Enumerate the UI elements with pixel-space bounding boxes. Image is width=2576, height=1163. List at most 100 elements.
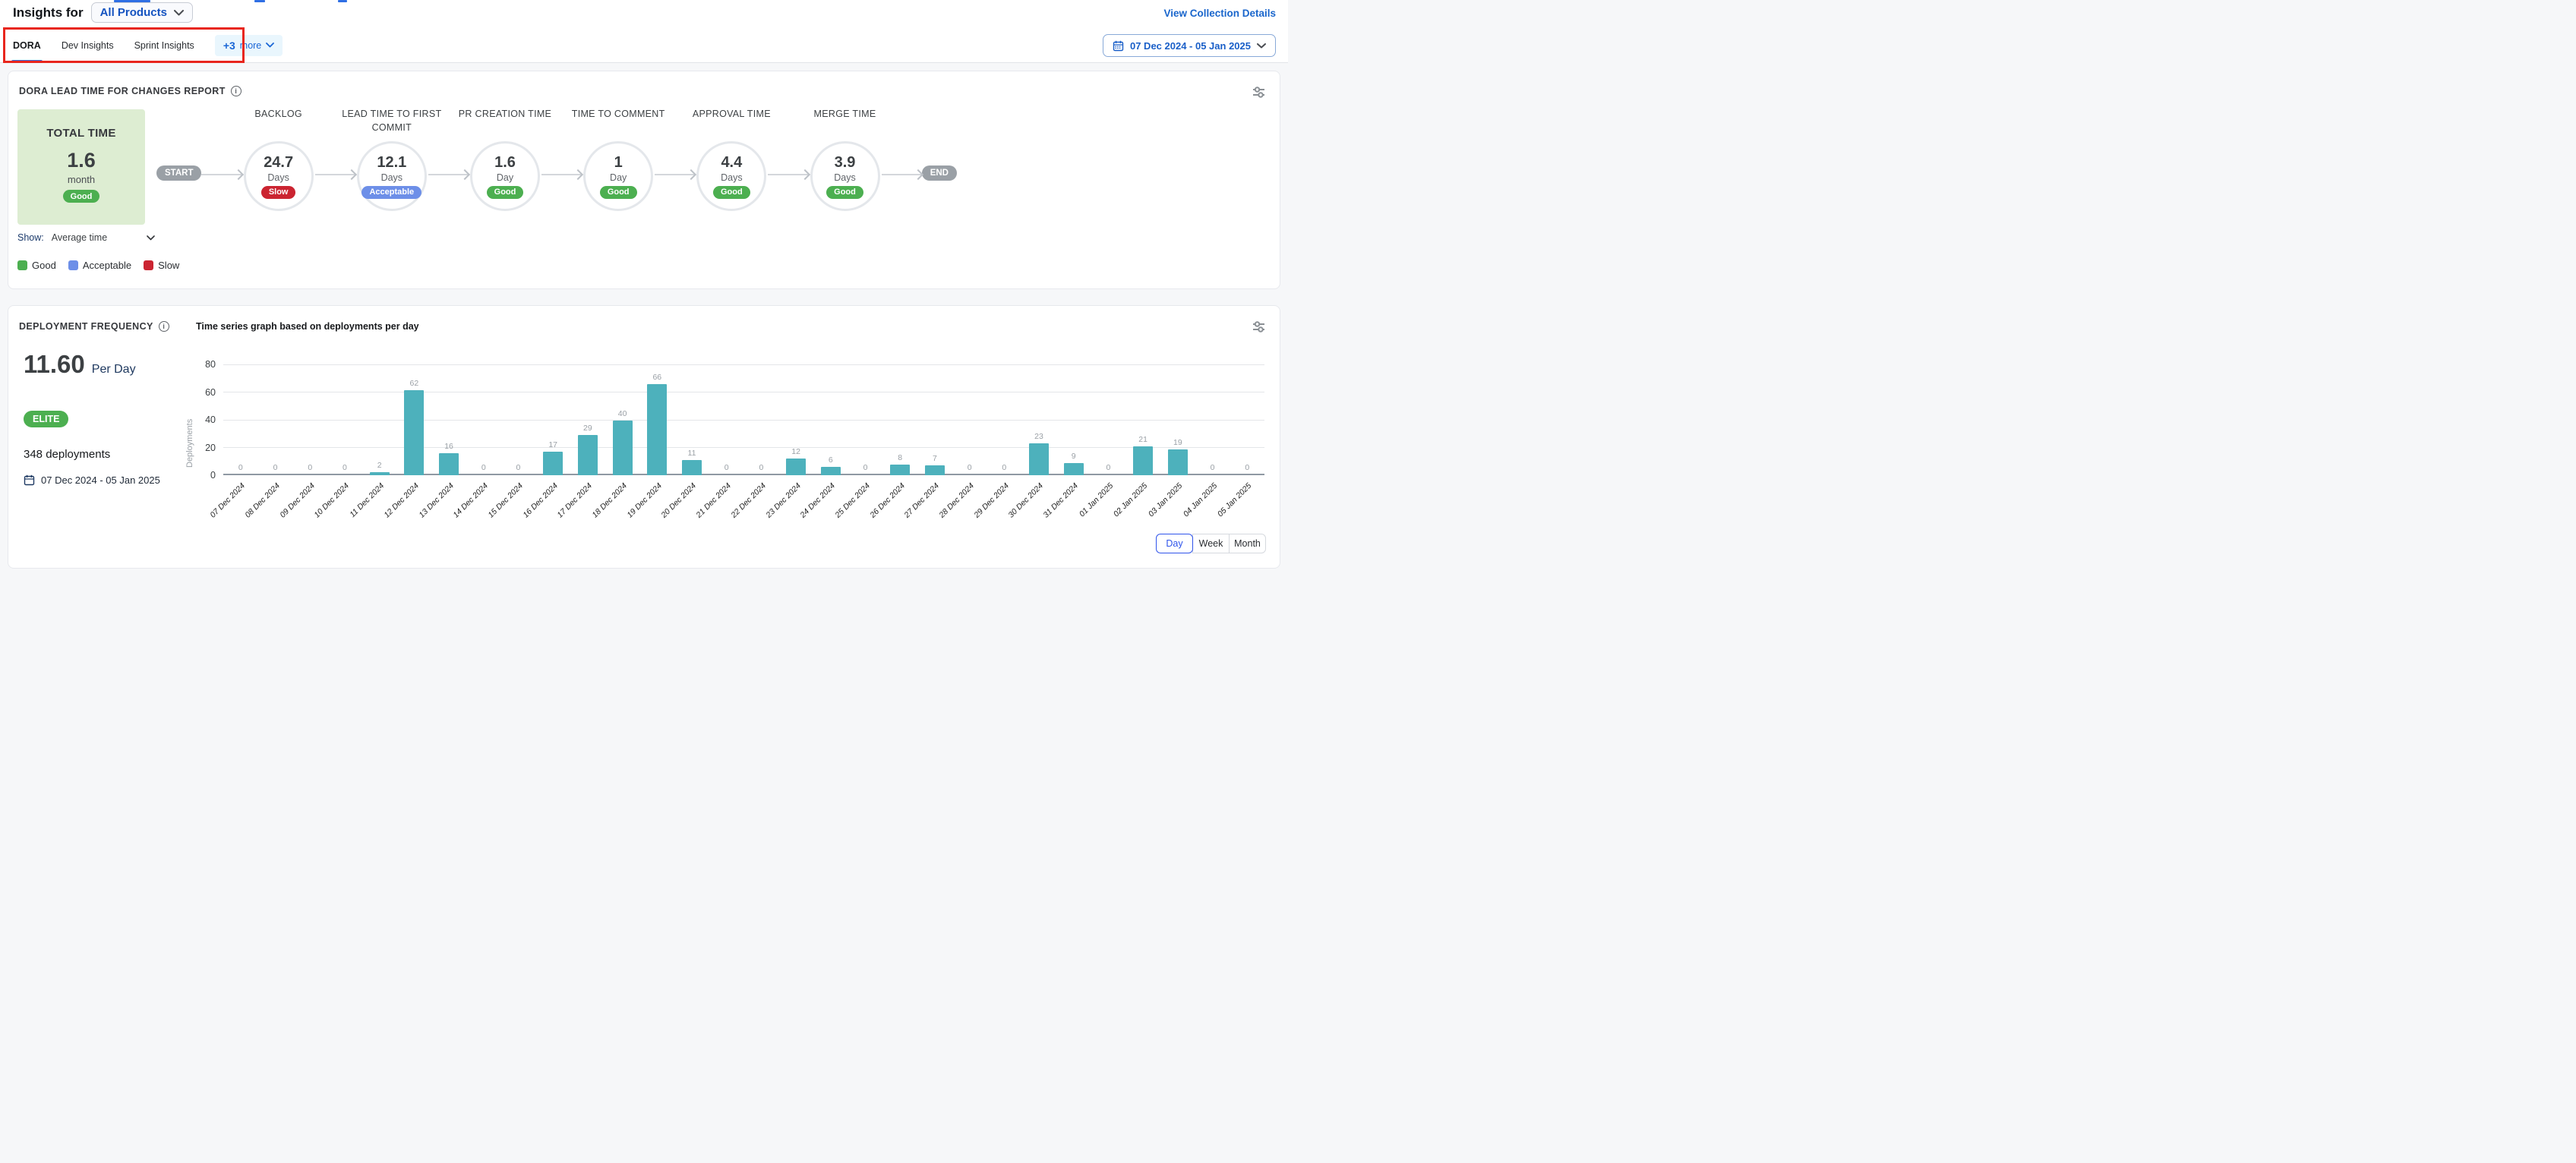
flow-stage-approval-time: APPROVAL TIME4.4DaysGood	[695, 107, 768, 211]
flow-end-pill: END	[922, 165, 957, 181]
bar-column: 009 Dec 2024	[292, 365, 327, 475]
bar-column: 727 Dec 2024	[917, 365, 952, 475]
deployment-date-range-value: 07 Dec 2024 - 05 Jan 2025	[41, 474, 160, 486]
bar-column: 6212 Dec 2024	[397, 365, 432, 475]
deployment-rate-unit: Per Day	[92, 363, 136, 377]
stage-status-badge: Good	[826, 186, 863, 199]
bar-value-label: 0	[1211, 463, 1215, 472]
tab-dev-insights[interactable]: Dev Insights	[62, 28, 114, 62]
info-icon[interactable]: i	[159, 321, 169, 332]
stage-circle[interactable]: 3.9DaysGood	[810, 141, 880, 211]
deployment-bar[interactable]	[439, 453, 459, 475]
tab-sprint-insights[interactable]: Sprint Insights	[134, 28, 194, 62]
stage-value: 3.9	[835, 154, 856, 172]
total-time-status-badge: Good	[63, 190, 100, 203]
deployment-bar[interactable]	[1133, 446, 1153, 475]
calendar-icon	[24, 474, 35, 486]
bar-column: 826 Dec 2024	[882, 365, 917, 475]
stage-unit: Days	[381, 172, 402, 183]
deployment-bar[interactable]	[1064, 463, 1084, 475]
granularity-toggle: DayWeekMonth	[1156, 534, 1266, 553]
show-dropdown[interactable]: Average time	[52, 232, 107, 243]
bar-value-label: 21	[1138, 435, 1148, 444]
deployment-bar[interactable]	[647, 384, 667, 475]
x-tick-label: 03 Jan 2025	[1147, 481, 1184, 518]
bar-value-label: 9	[1072, 452, 1076, 461]
deployment-bar[interactable]	[821, 467, 841, 475]
x-tick-label: 16 Dec 2024	[521, 481, 560, 520]
bar-value-label: 12	[791, 447, 800, 456]
deployment-bar[interactable]	[543, 452, 563, 475]
bar-value-label: 19	[1173, 438, 1182, 447]
legend-item-good: Good	[17, 260, 56, 271]
granularity-day-button[interactable]: Day	[1156, 534, 1193, 553]
legend-swatch	[17, 260, 27, 270]
bar-value-label: 6	[829, 455, 833, 465]
x-tick-label: 07 Dec 2024	[209, 481, 248, 520]
bar-value-label: 0	[308, 463, 312, 472]
deployment-bar[interactable]	[925, 465, 945, 475]
stage-status-badge: Slow	[261, 186, 296, 199]
stage-circle[interactable]: 1.6DayGood	[470, 141, 540, 211]
bar-series: 007 Dec 2024008 Dec 2024009 Dec 2024010 …	[223, 365, 1264, 475]
info-icon[interactable]: i	[231, 86, 242, 96]
deployment-bar[interactable]	[613, 421, 633, 476]
bar-column: 2917 Dec 2024	[570, 365, 605, 475]
page-header: Insights for All Products View Collectio…	[0, 0, 1288, 28]
chart-settings-icon[interactable]	[1252, 320, 1266, 334]
deployment-bar[interactable]	[682, 460, 702, 475]
stage-value: 4.4	[721, 154, 742, 172]
deployment-frequency-card: DEPLOYMENT FREQUENCY i Time series graph…	[8, 305, 1280, 569]
bar-value-label: 0	[343, 463, 347, 472]
flow-arrow	[201, 174, 242, 175]
granularity-week-button[interactable]: Week	[1192, 534, 1230, 553]
x-tick-label: 29 Dec 2024	[972, 481, 1011, 520]
granularity-month-button[interactable]: Month	[1229, 534, 1266, 553]
bar-value-label: 7	[933, 454, 937, 463]
bar-value-label: 0	[759, 463, 763, 472]
deployment-bar[interactable]	[786, 459, 806, 475]
chevron-down-icon[interactable]	[147, 235, 155, 241]
tab-dora[interactable]: DORA	[13, 28, 41, 62]
bar-column: 1120 Dec 2024	[674, 365, 709, 475]
x-tick-label: 01 Jan 2025	[1078, 481, 1115, 518]
deployment-bar[interactable]	[370, 472, 390, 475]
x-tick-label: 14 Dec 2024	[452, 481, 491, 520]
legend-item-acceptable: Acceptable	[68, 260, 131, 271]
deployment-bar[interactable]	[404, 390, 424, 475]
x-tick-label: 04 Jan 2025	[1182, 481, 1219, 518]
deployment-bar[interactable]	[890, 465, 910, 476]
date-range-picker[interactable]: 07 Dec 2024 - 05 Jan 2025	[1103, 34, 1276, 57]
bar-column: 2102 Jan 2025	[1125, 365, 1160, 475]
legend-label: Slow	[158, 260, 179, 271]
deployment-bar[interactable]	[1029, 443, 1049, 475]
deployment-bar[interactable]	[1168, 449, 1188, 475]
chart-settings-icon[interactable]	[1252, 85, 1266, 99]
x-tick-label: 25 Dec 2024	[833, 481, 872, 520]
product-selector-dropdown[interactable]: All Products	[91, 2, 193, 23]
x-tick-label: 17 Dec 2024	[556, 481, 595, 520]
bar-column: 211 Dec 2024	[362, 365, 397, 475]
deployment-bar[interactable]	[578, 435, 598, 475]
bar-value-label: 0	[481, 463, 486, 472]
bar-column: 005 Jan 2025	[1230, 365, 1264, 475]
stage-circle[interactable]: 4.4DaysGood	[696, 141, 766, 211]
more-tabs-dropdown[interactable]: +3 more	[215, 35, 283, 56]
bar-column: 931 Dec 2024	[1056, 365, 1091, 475]
x-tick-label: 18 Dec 2024	[590, 481, 629, 520]
bar-value-label: 0	[516, 463, 521, 472]
bar-column: 008 Dec 2024	[258, 365, 293, 475]
bar-value-label: 17	[548, 440, 557, 449]
stage-circle[interactable]: 1DayGood	[583, 141, 653, 211]
stage-circle[interactable]: 12.1DaysAcceptable	[357, 141, 427, 211]
stage-unit: Days	[721, 172, 742, 183]
flow-start-pill: START	[156, 165, 201, 181]
bar-column: 004 Jan 2025	[1195, 365, 1230, 475]
bar-value-label: 0	[1106, 463, 1111, 472]
bar-value-label: 23	[1034, 432, 1043, 441]
more-tabs-label: more	[240, 40, 261, 51]
view-collection-details-link[interactable]: View Collection Details	[1163, 8, 1276, 19]
x-tick-label: 27 Dec 2024	[903, 481, 942, 520]
stage-circle[interactable]: 24.7DaysSlow	[244, 141, 314, 211]
x-tick-label: 20 Dec 2024	[660, 481, 699, 520]
